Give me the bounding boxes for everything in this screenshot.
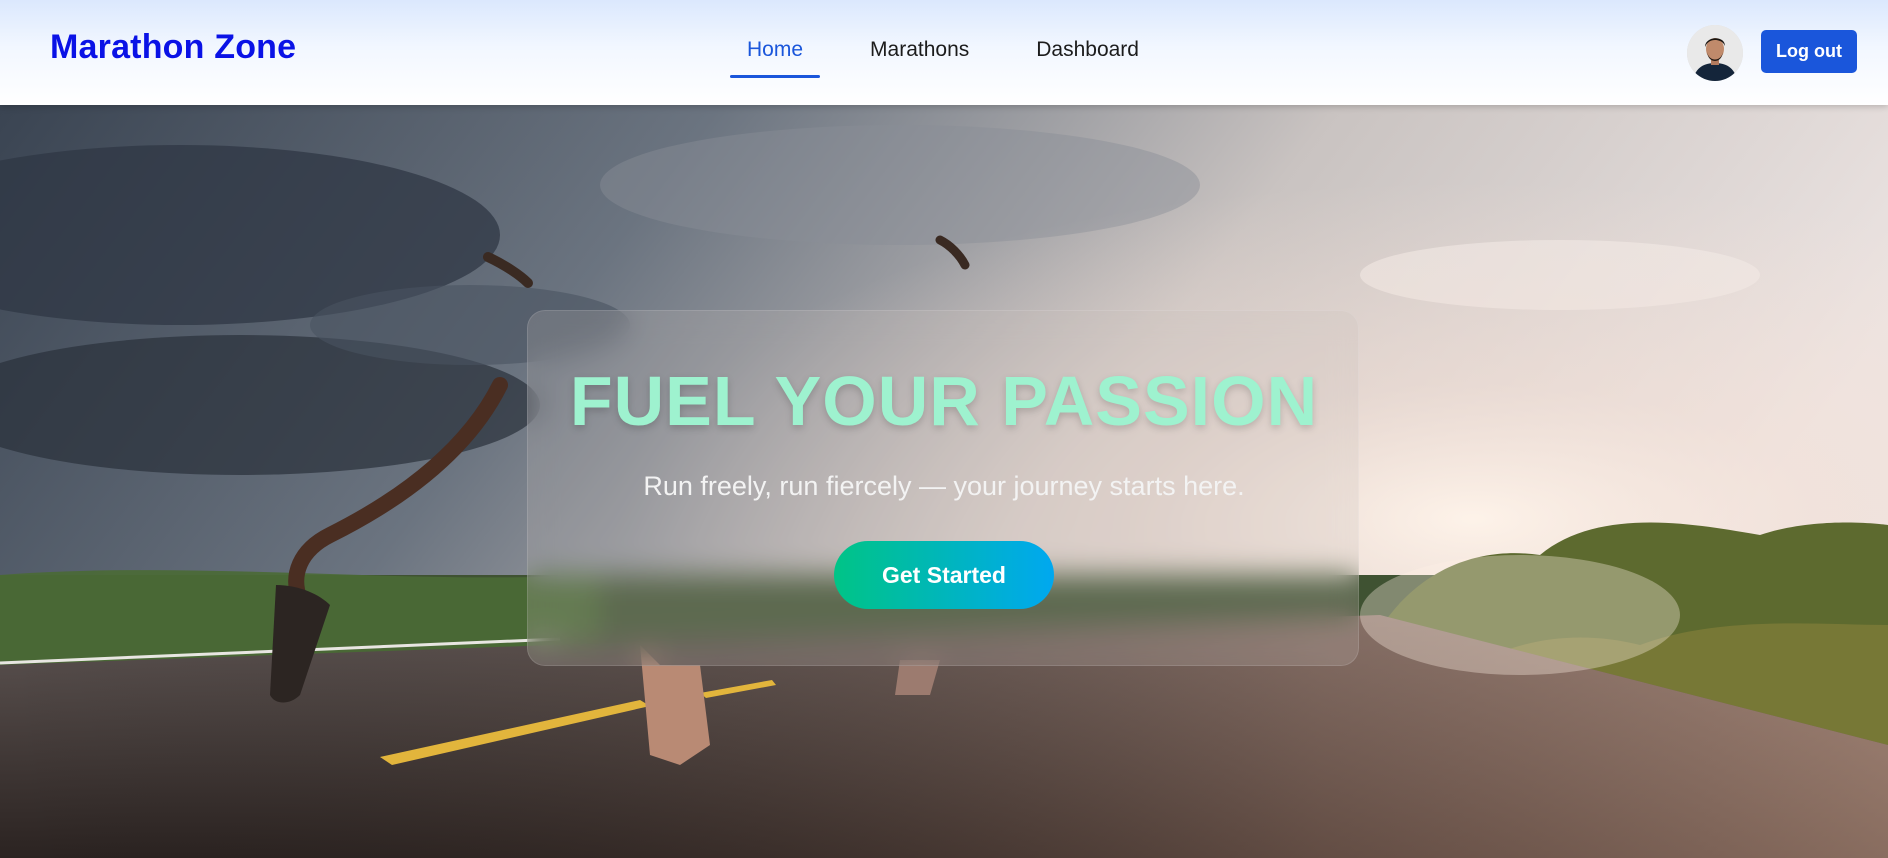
hero-section: FUEL YOUR PASSION Run freely, run fierce…	[0, 105, 1888, 858]
hero-headline: FUEL YOUR PASSION	[569, 362, 1319, 440]
logout-button[interactable]: Log out	[1761, 30, 1857, 73]
hero-card: FUEL YOUR PASSION Run freely, run fierce…	[527, 310, 1359, 666]
avatar-photo	[1687, 25, 1743, 81]
nav-link-dashboard[interactable]: Dashboard	[1019, 24, 1156, 78]
nav-link-home[interactable]: Home	[730, 24, 821, 78]
hero-subtitle: Run freely, run fiercely — your journey …	[643, 471, 1245, 501]
nav-link-label: Dashboard	[1036, 38, 1139, 61]
get-started-button[interactable]: Get Started	[834, 541, 1054, 609]
nav-link-label: Marathons	[870, 38, 970, 61]
nav-link-marathons[interactable]: Marathons	[853, 24, 986, 78]
navbar: Marathon Zone Home Marathons Dashboard L…	[0, 0, 1888, 105]
brand-logo[interactable]: Marathon Zone	[50, 28, 296, 67]
active-underline	[730, 75, 821, 78]
main-nav: Home Marathons Dashboard	[730, 24, 1189, 78]
nav-link-label: Home	[747, 38, 804, 61]
user-avatar[interactable]	[1687, 25, 1743, 81]
